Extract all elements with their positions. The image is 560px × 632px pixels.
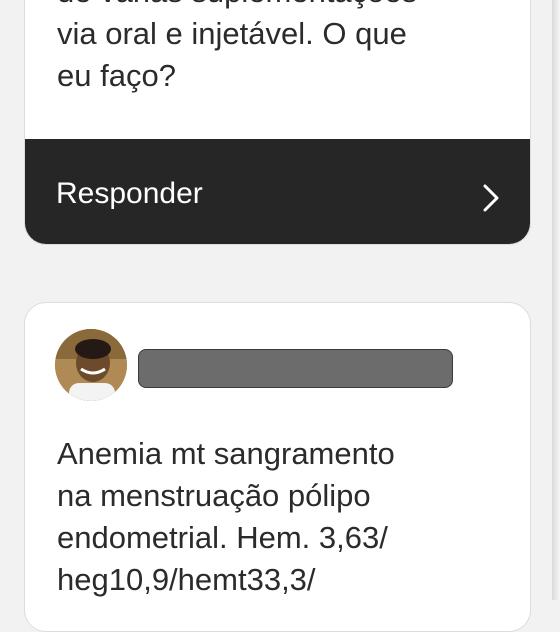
post-card[interactable]: Anemia mt sangramento na menstruação pól… <box>24 302 531 632</box>
post-line: na menstruação pólipo <box>57 478 371 513</box>
post-text: Anemia mt sangramento na menstruação pól… <box>57 433 517 601</box>
post-line: heg10,9/hemt33,3/ <box>57 562 316 597</box>
chevron-right-icon <box>483 184 499 212</box>
question-line: eu faço? <box>57 58 176 93</box>
post-line: Anemia mt sangramento <box>57 436 395 471</box>
user-avatar[interactable] <box>55 329 127 401</box>
question-text: de várias suplementações via oral e inje… <box>57 0 517 97</box>
author-name-redacted <box>138 349 453 388</box>
reply-label: Responder <box>56 177 203 210</box>
question-line: via oral e injetável. O que <box>57 16 407 51</box>
avatar-image <box>55 329 127 401</box>
reply-button[interactable]: Responder <box>25 139 530 244</box>
scroll-edge <box>552 0 560 600</box>
post-line: endometrial. Hem. 3,63/ <box>57 520 388 555</box>
question-card: de várias suplementações via oral e inje… <box>24 0 531 245</box>
question-line: de várias suplementações <box>57 0 417 9</box>
